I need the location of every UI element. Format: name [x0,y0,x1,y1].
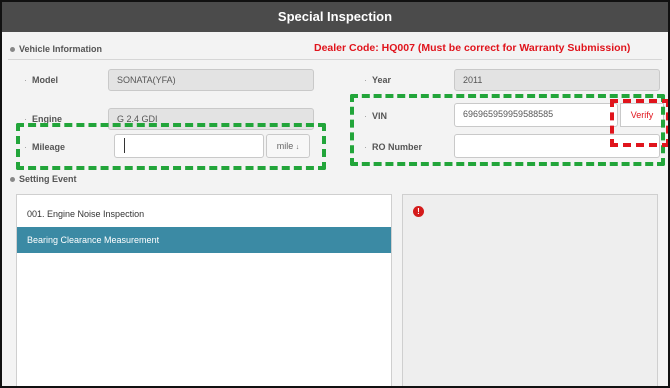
event-list-item[interactable]: 001. Engine Noise Inspection [17,201,391,227]
event-detail-panel: ! [402,194,658,386]
verify-highlight-box [610,99,668,147]
exclamation-circle-icon: ! [413,206,424,217]
section-bullet-icon [10,47,15,53]
mileage-highlight-box [16,123,326,170]
section-bullet-icon [10,177,15,183]
section-divider [8,59,662,60]
event-list-item-selected[interactable]: Bearing Clearance Measurement [17,227,391,253]
dealer-code-notice: Dealer Code: HQ007 (Must be correct for … [314,42,631,54]
window-title: Special Inspection [2,2,668,32]
model-field: SONATA(YFA) [108,69,314,91]
year-label: · Year [364,75,392,85]
setting-event-heading: Setting Event [10,174,77,184]
model-label: · Model [24,75,58,85]
special-inspection-window: Special Inspection Vehicle Information D… [0,0,670,388]
vehicle-information-heading: Vehicle Information [10,44,102,54]
year-field: 2011 [454,69,660,91]
event-list: 001. Engine Noise Inspection Bearing Cle… [16,194,392,386]
